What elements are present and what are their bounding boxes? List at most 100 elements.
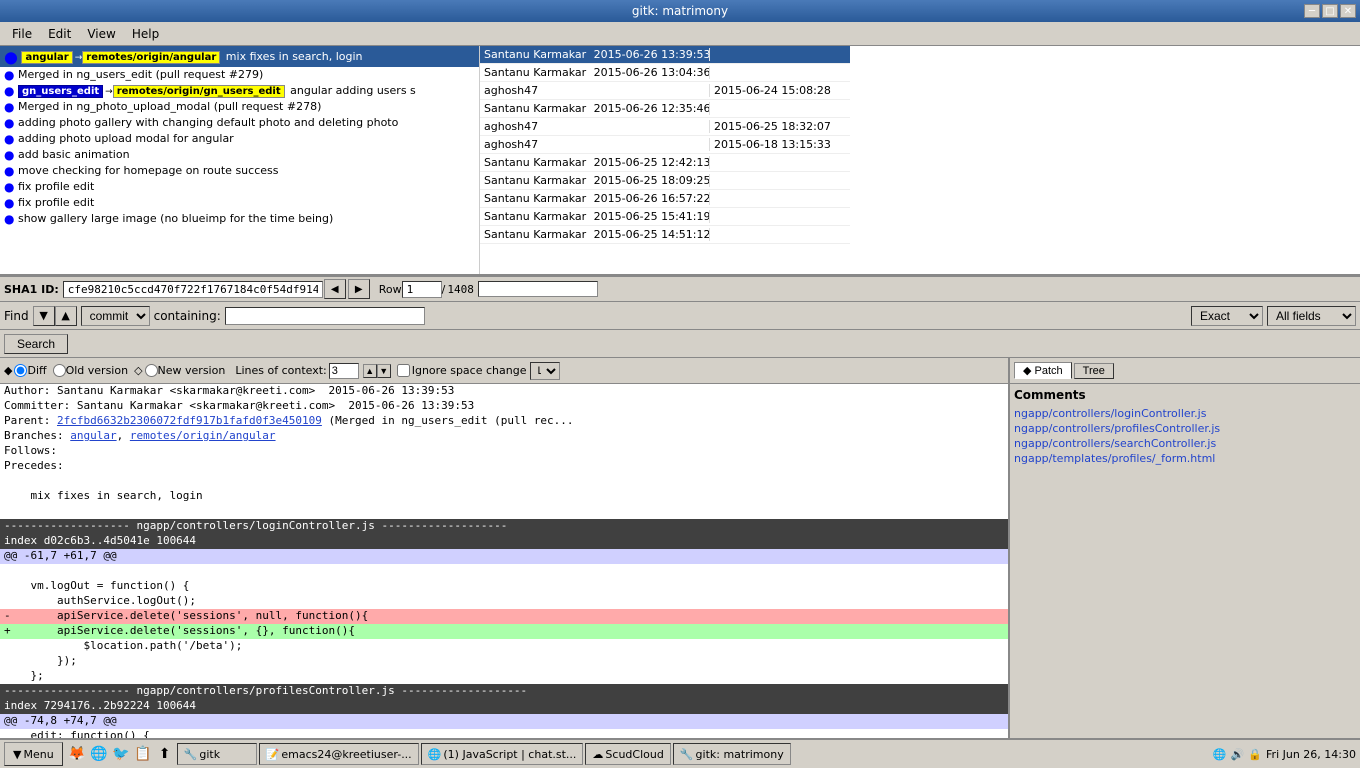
commit-graph[interactable]: ● angular→remotes/origin/angular mix fix… [0,46,480,274]
diff-line: Precedes: [0,459,1008,474]
commit-date: 2015-06-18 13:15:33 [710,138,850,151]
taskbar-js-app[interactable]: 🌐 (1) JavaScript | chat.st... [421,743,584,765]
sha-input[interactable] [63,281,323,298]
diff-content[interactable]: Author: Santanu Karmakar <skarmakar@kree… [0,384,1008,738]
list-item[interactable]: Santanu Karmakar 2015-06-26 16:57:22 [480,190,850,208]
file-link[interactable]: ngapp/templates/profiles/_form.html [1014,451,1356,466]
commit-message: ● angular→remotes/origin/angular mix fix… [4,50,363,63]
all-fields-dropdown[interactable]: All fields Headline Comments Author Comm… [1267,306,1356,326]
context-up-button[interactable]: ▲ [363,364,377,378]
commit-date: 2015-06-25 15:41:19 [590,210,710,223]
table-row[interactable]: ● fix profile edit [0,179,479,195]
old-version-radio[interactable] [53,364,66,377]
table-row[interactable]: ● show gallery large image (no blueimp f… [0,211,479,227]
taskbar-gitk-label: gitk [199,748,220,761]
containing-input[interactable] [225,307,425,325]
commit-author: Santanu Karmakar 2015-06-26 13:04:36 [480,66,710,79]
commit-message: ● adding photo upload modal for angular [4,132,234,145]
taskbar-scud-app[interactable]: ☁ ScudCloud [585,743,670,765]
diff-line: authService.logOut(); [0,594,1008,609]
taskbar-gitk-icon-app[interactable]: 🔧 gitk [177,743,257,765]
table-row[interactable]: ● adding photo upload modal for angular [0,131,479,147]
list-item[interactable]: aghosh47 2015-06-25 18:32:07 [480,118,850,136]
patch-tab[interactable]: ◆ Patch [1014,362,1072,379]
search-row: Search [0,330,1360,358]
list-item[interactable]: Santanu Karmakar 2015-06-25 12:42:13 [480,154,850,172]
table-row[interactable]: ● fix profile edit [0,195,479,211]
list-item[interactable]: Santanu Karmakar 2015-06-25 18:09:25 [480,172,850,190]
patch-tree-tabs: ◆ Patch Tree [1010,358,1360,384]
taskbar-gitk-matrimony-app[interactable]: 🔧 gitk: matrimony [673,743,791,765]
exact-dropdown[interactable]: Exact Regexp [1191,306,1263,326]
commit-author: aghosh47 [480,84,710,97]
list-item[interactable]: aghosh47 2015-06-24 15:08:28 [480,82,850,100]
taskbar-gitk2-label: gitk: matrimony [696,748,784,761]
list-item[interactable]: Santanu Karmakar 2015-06-26 12:35:46 [480,100,850,118]
file-link[interactable]: ngapp/controllers/searchController.js [1014,436,1356,451]
minimize-button[interactable]: ─ [1304,4,1320,18]
linewrap-dropdown[interactable]: Li No [530,362,560,380]
commit-date: 2015-06-26 13:04:36 [590,66,710,79]
taskbar-emacs-label: emacs24@kreetiuser-... [281,748,411,761]
branch-link-remote[interactable]: remotes/origin/angular [130,429,276,442]
title-bar: gitk: matrimony ─ □ ✕ [0,0,1360,22]
taskbar-js-label: (1) JavaScript | chat.st... [443,748,576,761]
find-up-button[interactable]: ▲ [55,306,77,326]
row-input[interactable] [402,281,442,298]
commit-date: 2015-06-26 16:57:22 [590,192,710,205]
diff-line: mix fixes in search, login [0,489,1008,504]
menu-view[interactable]: View [79,25,123,43]
table-row[interactable]: ● Merged in ng_photo_upload_modal (pull … [0,99,479,115]
menu-help[interactable]: Help [124,25,167,43]
table-row[interactable]: ● move checking for homepage on route su… [0,163,479,179]
parent-link[interactable]: 2fcfbd6632b2306072fdf917b1fafd0f3e450109 [57,414,322,427]
find-down-button[interactable]: ▼ [33,306,55,326]
taskbar-emacs-app[interactable]: 📝 emacs24@kreetiuser-... [259,743,419,765]
taskbar-bird-icon[interactable]: 🐦 [111,744,131,764]
table-row[interactable]: ● Merged in ng_users_edit (pull request … [0,67,479,83]
commit-message: ● Merged in ng_photo_upload_modal (pull … [4,100,321,113]
diff-line: index 7294176..2b92224 100644 [0,699,1008,714]
tree-tab[interactable]: Tree [1074,363,1114,379]
file-link[interactable]: ngapp/controllers/loginController.js [1014,406,1356,421]
chrome-icon: 🌐 [428,748,442,761]
list-item[interactable]: Santanu Karmakar 2015-06-26 13:04:36 [480,64,850,82]
ignore-space-checkbox[interactable] [397,364,410,377]
search-button[interactable]: Search [4,334,68,354]
list-item[interactable]: Santanu Karmakar 2015-06-25 14:51:12 [480,226,850,244]
menu-bar: File Edit View Help [0,22,1360,46]
taskbar-up-icon[interactable]: ⬆ [155,744,175,764]
taskbar-firefox-icon[interactable]: 🦊 [67,744,87,764]
branch-link-angular[interactable]: angular [70,429,116,442]
diff-line [0,564,1008,579]
taskbar-clipboard-icon[interactable]: 📋 [133,744,153,764]
context-down-button[interactable]: ▼ [377,364,391,378]
taskbar-browser-icon[interactable]: 🌐 [89,744,109,764]
row-total: 1408 [447,283,474,296]
commit-author: Santanu Karmakar 2015-06-26 16:57:22 [480,192,710,205]
menu-button[interactable]: ▼ Menu [4,742,63,766]
file-link[interactable]: ngapp/controllers/profilesController.js [1014,421,1356,436]
menu-edit[interactable]: Edit [40,25,79,43]
table-row[interactable]: ● gn_users_edit→remotes/origin/gn_users_… [0,83,479,99]
table-row[interactable]: ● adding photo gallery with changing def… [0,115,479,131]
table-row[interactable]: ● add basic animation [0,147,479,163]
maximize-button[interactable]: □ [1322,4,1338,18]
close-button[interactable]: ✕ [1340,4,1356,18]
main-area: ● angular→remotes/origin/angular mix fix… [0,46,1360,738]
sha-prev-button[interactable]: ◀ [324,279,346,299]
list-item[interactable]: Santanu Karmakar 2015-06-26 13:39:53 [480,46,850,64]
menu-file[interactable]: File [4,25,40,43]
commit-author-date-panel[interactable]: Santanu Karmakar 2015-06-26 13:39:53 Sant… [480,46,850,274]
table-row[interactable]: ● angular→remotes/origin/angular mix fix… [0,46,479,67]
context-input[interactable] [329,363,359,379]
new-version-radio[interactable] [145,364,158,377]
commit-date: 2015-06-25 12:42:13 [590,156,710,169]
commit-author: Santanu Karmakar 2015-06-26 13:39:53 [480,48,710,61]
sha-next-button[interactable]: ▶ [348,279,370,299]
diff-line: + apiService.delete('sessions', {}, func… [0,624,1008,639]
diff-radio[interactable] [14,364,27,377]
list-item[interactable]: Santanu Karmakar 2015-06-25 15:41:19 [480,208,850,226]
commit-type-dropdown[interactable]: commit [81,306,150,326]
list-item[interactable]: aghosh47 2015-06-18 13:15:33 [480,136,850,154]
